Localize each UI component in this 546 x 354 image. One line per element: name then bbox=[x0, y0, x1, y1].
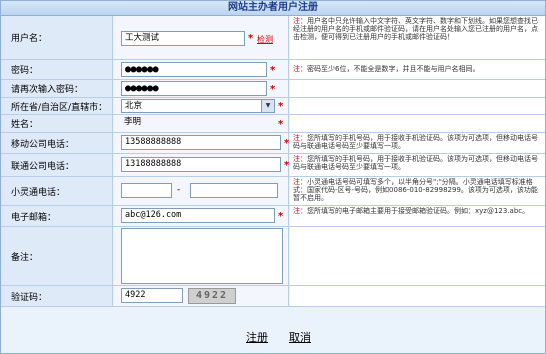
phs-label: 小灵通电话： bbox=[1, 177, 113, 205]
remark-textarea[interactable] bbox=[121, 228, 283, 284]
required-star: * bbox=[278, 101, 284, 112]
required-star: * bbox=[284, 138, 290, 149]
registration-form: 网站主办者用户注册 用户名： 工大测试 * 检测 注：用户名中只允许输入中文字符… bbox=[0, 0, 546, 354]
captcha-image[interactable]: 4922 bbox=[188, 288, 236, 304]
unicom-row: 联通公司电话： 13188888888 * 注：您所填写的手机号码，用于接收手机… bbox=[1, 154, 545, 177]
region-label: 所在省/自治区/直辖市： bbox=[1, 98, 113, 114]
mobile-label: 移动公司电话： bbox=[1, 133, 113, 153]
check-username-link[interactable]: 检测 bbox=[257, 34, 273, 45]
mobile-tip: 注：您所填写的手机号码，用于接收手机验证码。该项为可选项，但移动电话号码与联通电… bbox=[290, 133, 545, 153]
name-input[interactable]: 李明 bbox=[121, 116, 281, 131]
required-star: * bbox=[270, 84, 276, 95]
mobile-input[interactable]: 13588888888 bbox=[121, 135, 281, 150]
password-input[interactable]: ●●●●●● bbox=[121, 62, 267, 77]
remark-label: 备注： bbox=[1, 227, 113, 285]
email-input[interactable]: abc@126.com bbox=[121, 208, 275, 223]
password-confirm-input[interactable]: ●●●●●● bbox=[121, 81, 267, 96]
phs-row: 小灵通电话： - 注：小灵通电话号码可填写多个，以半角分号";"分隔。小灵通电话… bbox=[1, 177, 545, 206]
captcha-row: 验证码： 4922 4922 bbox=[1, 286, 545, 307]
username-row: 用户名： 工大测试 * 检测 注：用户名中只允许输入中文字符、英文字符、数字和下… bbox=[1, 16, 545, 60]
email-tip: 注：您所填写的电子邮箱主要用于接受邮箱验证码。例如：xyz@123.abc。 bbox=[290, 206, 545, 226]
username-label: 用户名： bbox=[1, 16, 113, 59]
chevron-down-icon[interactable]: ▼ bbox=[261, 100, 274, 112]
username-tip: 注：用户名中只允许输入中文字符、英文字符、数字和下划线。如果您想查找已经注册的用… bbox=[290, 16, 545, 59]
unicom-label: 联通公司电话： bbox=[1, 154, 113, 176]
phs-number-input[interactable] bbox=[190, 183, 278, 198]
captcha-label: 验证码： bbox=[1, 286, 113, 306]
required-star: * bbox=[248, 33, 254, 44]
mobile-row: 移动公司电话： 13588888888 * 注：您所填写的手机号码，用于接收手机… bbox=[1, 133, 545, 154]
name-label: 姓名： bbox=[1, 115, 113, 132]
required-star: * bbox=[278, 119, 284, 130]
name-row: 姓名： 李明 * bbox=[1, 115, 545, 133]
remark-row: 备注： bbox=[1, 227, 545, 286]
region-select[interactable]: 北京 ▼ bbox=[121, 99, 275, 113]
phs-separator: - bbox=[177, 185, 181, 195]
password-confirm-label: 请再次输入密码： bbox=[1, 80, 113, 97]
password-tip: 注：密码至少6位，不能全是数字，并且不能与用户名相同。 bbox=[290, 60, 545, 79]
form-title: 网站主办者用户注册 bbox=[1, 1, 545, 16]
unicom-tip: 注：您所填写的手机号码，用于接收手机验证码。该项为可选项，但移动电话号码与联通电… bbox=[290, 154, 545, 176]
email-row: 电子邮箱： abc@126.com * 注：您所填写的电子邮箱主要用于接受邮箱验… bbox=[1, 206, 545, 227]
required-star: * bbox=[270, 65, 276, 76]
username-input[interactable]: 工大测试 bbox=[121, 31, 245, 46]
cancel-button[interactable]: 取消 bbox=[289, 329, 311, 345]
phs-area-input[interactable] bbox=[121, 183, 172, 198]
region-row: 所在省/自治区/直辖市： 北京 ▼ * bbox=[1, 98, 545, 115]
required-star: * bbox=[278, 211, 284, 222]
email-label: 电子邮箱： bbox=[1, 206, 113, 226]
unicom-input[interactable]: 13188888888 bbox=[121, 157, 281, 172]
password-label: 密码： bbox=[1, 60, 113, 79]
password-confirm-row: 请再次输入密码： ●●●●●● * bbox=[1, 80, 545, 98]
phs-tip: 注：小灵通电话号码可填写多个，以半角分号";"分隔。小灵通电话填写标准格式：国家… bbox=[290, 177, 545, 205]
button-bar: 注册 取消 bbox=[1, 319, 545, 353]
required-star: * bbox=[284, 160, 290, 171]
submit-button[interactable]: 注册 bbox=[246, 329, 268, 345]
password-row: 密码： ●●●●●● * 注：密码至少6位，不能全是数字，并且不能与用户名相同。 bbox=[1, 60, 545, 80]
captcha-input[interactable]: 4922 bbox=[121, 288, 183, 303]
